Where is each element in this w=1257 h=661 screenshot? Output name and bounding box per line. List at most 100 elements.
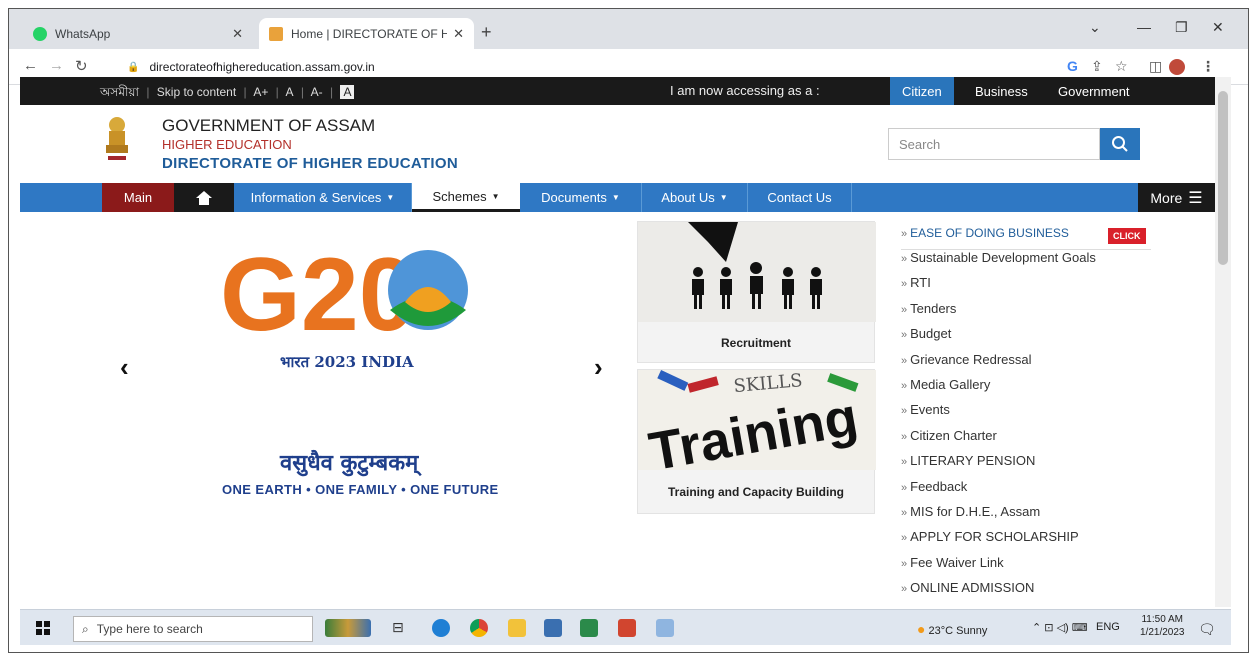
link-rti[interactable]: » RTI bbox=[901, 275, 1151, 300]
link-label: Budget bbox=[910, 326, 952, 342]
link-sdg[interactable]: » Sustainable Development Goals bbox=[901, 250, 1151, 275]
scrollbar-thumb[interactable] bbox=[1218, 91, 1228, 265]
nav-label: Documents bbox=[541, 190, 607, 205]
link-scholarship[interactable]: » APPLY FOR SCHOLARSHIP bbox=[901, 529, 1151, 554]
taskbar-search-input[interactable]: ⌕ Type here to search bbox=[73, 616, 313, 642]
close-tab-icon[interactable]: ✕ bbox=[232, 26, 243, 42]
link-events[interactable]: » Events bbox=[901, 402, 1151, 427]
tab-whatsapp[interactable]: WhatsApp ✕ bbox=[23, 18, 253, 49]
network-icon: ⊡ bbox=[1044, 622, 1054, 634]
search-icon bbox=[1112, 136, 1128, 152]
link-label: MIS for D.H.E., Assam bbox=[910, 503, 1041, 519]
directorate-title[interactable]: DIRECTORATE OF HIGHER EDUCATION bbox=[162, 155, 458, 172]
g20-letter-g: G20 bbox=[220, 242, 417, 342]
profile-avatar-icon[interactable] bbox=[1169, 59, 1185, 75]
dropdown-caret-icon: ▼ bbox=[491, 191, 500, 201]
dropdown-caret-icon: ▼ bbox=[611, 193, 620, 202]
click-badge[interactable]: CLICK bbox=[1108, 228, 1146, 244]
google-icon[interactable]: G bbox=[1067, 58, 1078, 74]
minimize-icon[interactable]: — bbox=[1137, 19, 1151, 35]
notification-icon[interactable]: 🗨 bbox=[1198, 621, 1216, 638]
font-decrease-button[interactable]: A- bbox=[311, 85, 323, 99]
close-window-icon[interactable]: ✕ bbox=[1212, 19, 1224, 36]
word-icon[interactable] bbox=[544, 619, 562, 637]
link-fee-waiver[interactable]: » Fee Waiver Link bbox=[901, 555, 1151, 580]
back-icon[interactable]: ← bbox=[23, 57, 38, 74]
paint-icon[interactable] bbox=[656, 619, 674, 637]
nav-home[interactable] bbox=[174, 183, 234, 212]
role-government[interactable]: Government bbox=[1058, 84, 1130, 99]
reload-icon[interactable]: ↻ bbox=[75, 57, 88, 75]
clock-date: 1/21/2023 bbox=[1140, 627, 1185, 638]
new-tab-icon[interactable]: + bbox=[481, 22, 492, 43]
link-online-admission[interactable]: » ONLINE ADMISSION bbox=[901, 580, 1151, 605]
nav-information-services[interactable]: Information & Services ▼ bbox=[234, 183, 412, 212]
bharat-2023-text: भारत 2023 INDIA bbox=[280, 353, 414, 371]
tab-strip: WhatsApp ✕ Home | DIRECTORATE OF HIGHE ✕… bbox=[9, 9, 1248, 49]
address-bar[interactable]: 🔒 directorateofhighereducation.assam.gov… bbox=[127, 55, 1047, 79]
carousel-prev-button[interactable]: ‹ bbox=[120, 352, 129, 383]
carousel-next-button[interactable]: › bbox=[594, 352, 603, 383]
link-media-gallery[interactable]: » Media Gallery bbox=[901, 377, 1151, 402]
link-budget[interactable]: » Budget bbox=[901, 326, 1151, 351]
assamese-link[interactable]: অসমীয়া bbox=[100, 85, 139, 99]
lock-icon: 🔒 bbox=[127, 61, 140, 73]
link-label: Feedback bbox=[910, 478, 968, 494]
windows-start-icon[interactable] bbox=[36, 621, 50, 635]
link-label: Tenders bbox=[910, 300, 957, 316]
contrast-button[interactable]: A bbox=[340, 85, 355, 99]
link-mis[interactable]: » MIS for D.H.E., Assam bbox=[901, 504, 1151, 529]
share-icon[interactable]: ⇪ bbox=[1091, 58, 1103, 75]
recruitment-card[interactable]: Recruitment bbox=[637, 221, 876, 363]
link-label: Events bbox=[910, 402, 950, 418]
link-feedback[interactable]: » Feedback bbox=[901, 479, 1151, 504]
news-widget-icon[interactable] bbox=[325, 619, 371, 637]
nav-more[interactable]: More ☰ bbox=[1138, 183, 1215, 212]
nav-main[interactable]: Main bbox=[102, 183, 174, 212]
edge-icon[interactable] bbox=[432, 619, 450, 637]
dept-subtitle: HIGHER EDUCATION bbox=[162, 137, 292, 152]
tab-search-icon[interactable]: ⌄ bbox=[1089, 19, 1101, 36]
nav-documents[interactable]: Documents ▼ bbox=[520, 183, 642, 212]
site-favicon-icon bbox=[269, 26, 283, 41]
accessibility-bar: অসমীয়া | Skip to content | A+ | A | A- … bbox=[20, 77, 1215, 105]
link-label: Grievance Redressal bbox=[910, 351, 1032, 367]
link-literary-pension[interactable]: » LITERARY PENSION bbox=[901, 453, 1151, 478]
chrome-icon[interactable] bbox=[470, 619, 488, 637]
clock[interactable]: 11:50 AM 1/21/2023 bbox=[1140, 613, 1185, 639]
font-increase-button[interactable]: A+ bbox=[253, 85, 268, 99]
tray-icons[interactable]: ⌃ ⊡ ◁) ⌨ bbox=[1032, 621, 1088, 634]
menu-kebab-icon[interactable]: ⋮ bbox=[1201, 58, 1215, 75]
close-tab-icon[interactable]: ✕ bbox=[453, 26, 464, 42]
link-grievance[interactable]: » Grievance Redressal bbox=[901, 352, 1151, 377]
search-input[interactable]: Search bbox=[888, 128, 1100, 160]
link-tenders[interactable]: » Tenders bbox=[901, 301, 1151, 326]
nav-contact-us[interactable]: Contact Us bbox=[748, 183, 852, 212]
nav-about-us[interactable]: About Us ▼ bbox=[642, 183, 748, 212]
role-citizen[interactable]: Citizen bbox=[890, 77, 954, 105]
link-citizen-charter[interactable]: » Citizen Charter bbox=[901, 428, 1151, 453]
card-caption: Training and Capacity Building bbox=[667, 485, 844, 499]
task-view-icon[interactable]: ⊟ bbox=[392, 619, 410, 637]
restore-icon[interactable]: ❐ bbox=[1175, 19, 1188, 36]
tab-directorate[interactable]: Home | DIRECTORATE OF HIGHE ✕ bbox=[259, 18, 474, 49]
main-nav: Main Information & Services ▼ Schemes ▼ Do… bbox=[20, 183, 1215, 212]
weather-widget[interactable]: ● 23°C Sunny bbox=[917, 621, 987, 637]
excel-icon[interactable] bbox=[580, 619, 598, 637]
font-normal-button[interactable]: A bbox=[285, 85, 293, 99]
language-indicator[interactable]: ENG bbox=[1096, 621, 1120, 633]
g20-carousel[interactable]: G20 भारत 2023 INDIA वसुधैव कुटुम्बकम् ON… bbox=[110, 222, 630, 602]
tab-title: WhatsApp bbox=[55, 26, 111, 41]
link-label: LITERARY PENSION bbox=[910, 453, 1036, 469]
file-explorer-icon[interactable] bbox=[508, 619, 526, 637]
skip-to-content-link[interactable]: Skip to content bbox=[157, 85, 236, 99]
page-scrollbar[interactable] bbox=[1215, 77, 1231, 607]
side-panel-icon[interactable]: ◫ bbox=[1149, 58, 1162, 75]
powerpoint-icon[interactable] bbox=[618, 619, 636, 637]
role-business[interactable]: Business bbox=[975, 84, 1028, 99]
training-card[interactable]: SKILLS Training Training and Capacity Bu… bbox=[637, 369, 876, 514]
forward-icon[interactable]: → bbox=[49, 57, 64, 74]
nav-schemes[interactable]: Schemes ▼ bbox=[412, 183, 520, 212]
bookmark-star-icon[interactable]: ☆ bbox=[1115, 58, 1128, 75]
search-button[interactable] bbox=[1100, 128, 1140, 160]
